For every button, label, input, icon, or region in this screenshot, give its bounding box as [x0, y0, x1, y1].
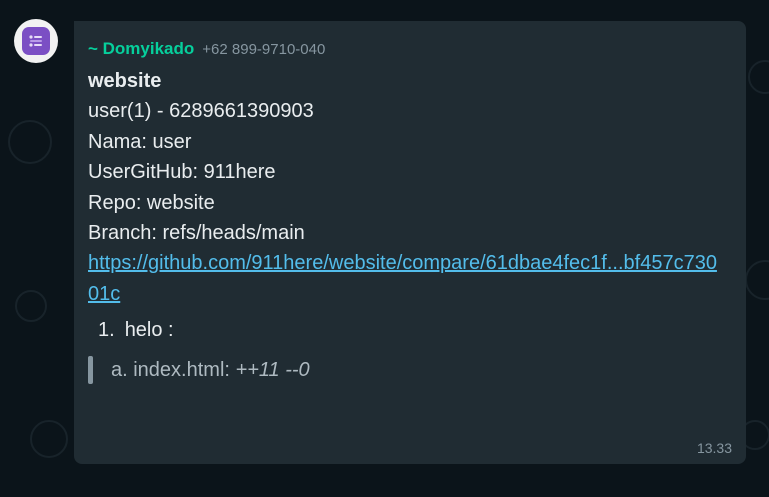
sender-name[interactable]: ~ Domyikado [88, 39, 194, 59]
quote-block: a. index.html: ++11 --0 [88, 355, 310, 385]
ordered-list-item: 1. helo : [98, 318, 174, 342]
quote-bar [88, 356, 93, 384]
message-github-line: UserGitHub: 911here [88, 161, 276, 184]
compare-link[interactable]: https://github.com/911here/website/compa… [88, 248, 728, 309]
message-branch-line: Branch: refs/heads/main [88, 222, 305, 245]
quote-prefix: a. index.html: [111, 358, 236, 381]
message-bubble[interactable]: ~ Domyikado +62 899-9710-040 website use… [74, 21, 746, 464]
quote-text: a. index.html: ++11 --0 [111, 359, 310, 382]
list-item-number: 1. [98, 319, 115, 341]
message-user-line: user(1) - 6289661390903 [88, 100, 314, 123]
sender-avatar[interactable] [14, 19, 58, 63]
list-item-text: helo : [124, 319, 174, 341]
message-title: website [88, 70, 162, 92]
sender-phone: +62 899-9710-040 [202, 41, 326, 58]
message-nama-line: Nama: user [88, 130, 192, 153]
sender-header: ~ Domyikado +62 899-9710-040 [88, 39, 325, 59]
message-body: website user(1) - 6289661390903 Nama: us… [88, 66, 733, 309]
group-avatar-icon [22, 27, 50, 55]
message-timestamp: 13.33 [696, 440, 732, 456]
quote-additions: ++11 [235, 358, 280, 381]
quote-deletions: --0 [285, 358, 310, 381]
message-repo-line: Repo: website [88, 191, 215, 214]
